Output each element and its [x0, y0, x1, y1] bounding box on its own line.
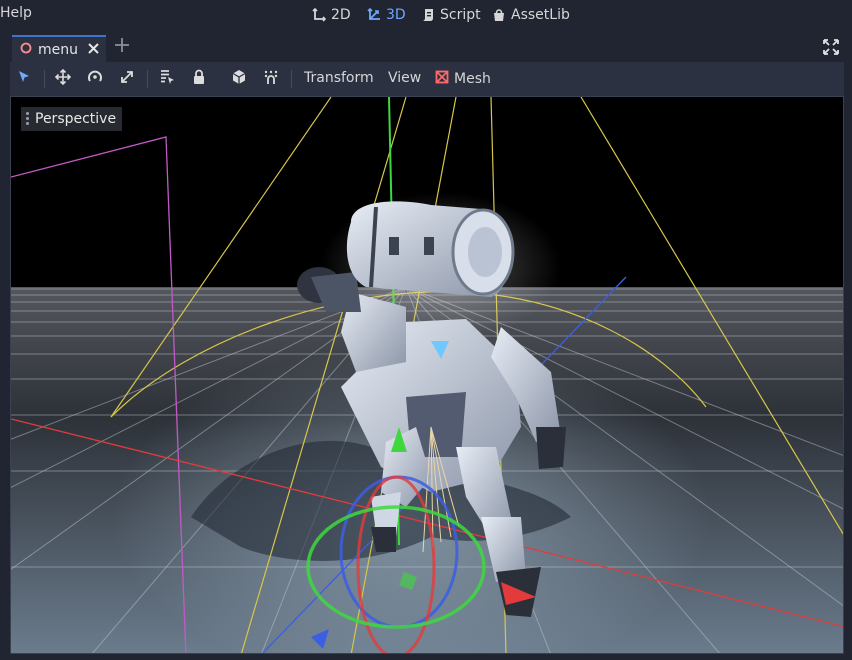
workspace-assetlib-label: AssetLib — [511, 7, 570, 23]
scale-icon — [119, 69, 135, 89]
perspective-menu-button[interactable]: Perspective — [21, 107, 123, 131]
view-menu[interactable]: View — [388, 70, 421, 86]
2d-icon — [312, 8, 326, 22]
local-space-button[interactable] — [228, 69, 250, 89]
move-tool-button[interactable] — [52, 68, 74, 89]
lock-icon — [192, 69, 206, 89]
3d-icon — [367, 8, 381, 22]
workspace-3d-label: 3D — [386, 7, 406, 23]
top-bar: Help 2D 3D Script AssetLib — [0, 0, 852, 30]
script-icon — [421, 8, 435, 22]
workspace-3d-button[interactable]: 3D — [367, 3, 406, 27]
toolbar-separator — [147, 70, 148, 88]
snap-icon — [263, 69, 279, 89]
toolbar-separator — [44, 70, 45, 88]
workspace-2d-label: 2D — [331, 7, 351, 23]
mesh-menu-label: Mesh — [454, 71, 491, 87]
distraction-free-icon[interactable] — [823, 39, 839, 59]
transform-menu[interactable]: Transform — [304, 70, 374, 86]
3d-viewport[interactable]: Perspective — [10, 96, 844, 654]
mesh-icon — [435, 70, 449, 88]
viewport-toolbar: Transform View Mesh — [10, 62, 844, 96]
workspace-assetlib-button[interactable]: AssetLib — [492, 3, 570, 27]
arrow-cursor-icon — [17, 70, 31, 88]
select-tool-button[interactable] — [13, 69, 35, 89]
list-select-icon — [159, 69, 175, 89]
assetlib-icon — [492, 8, 506, 22]
cube-icon — [231, 69, 247, 89]
perspective-label: Perspective — [35, 111, 117, 127]
rotate-tool-button[interactable] — [84, 69, 106, 89]
kebab-icon — [26, 112, 29, 127]
help-menu[interactable]: Help — [0, 5, 32, 21]
viewport-scene — [11, 97, 843, 653]
lock-button[interactable] — [188, 69, 210, 89]
move-icon — [54, 68, 72, 89]
close-icon[interactable] — [87, 42, 100, 59]
snap-button[interactable] — [260, 69, 282, 89]
add-scene-tab-icon[interactable] — [114, 37, 130, 57]
scene-tab-label: menu — [38, 41, 78, 58]
workspace-script-label: Script — [440, 7, 481, 23]
list-select-button[interactable] — [156, 69, 178, 89]
workspace-script-button[interactable]: Script — [421, 3, 481, 27]
workspace-2d-button[interactable]: 2D — [312, 3, 351, 27]
node3d-icon — [20, 42, 32, 58]
rotate-icon — [87, 69, 103, 89]
scene-tab-menu[interactable]: menu — [12, 35, 106, 62]
mesh-menu[interactable]: Mesh — [435, 70, 491, 88]
toolbar-separator — [291, 70, 292, 88]
scale-tool-button[interactable] — [116, 69, 138, 89]
